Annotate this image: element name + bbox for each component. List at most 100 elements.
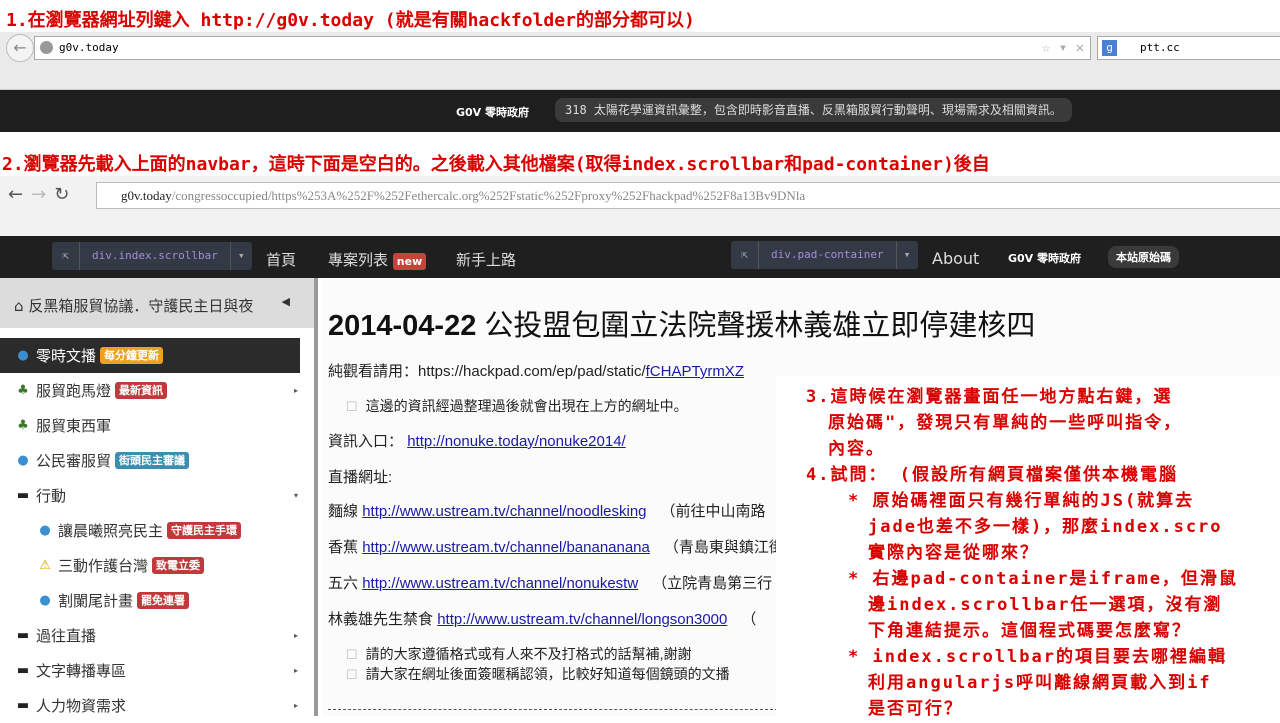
annotation-line: 是否可行？ (868, 699, 963, 716)
annotation-line: * 原始碼裡面只有幾行單純的JS(就算去 (848, 491, 1195, 511)
bookmark-star-icon[interactable]: ☆ (1042, 40, 1050, 56)
stream-note: （前往中山南路 (660, 503, 766, 520)
google-icon: g (1102, 40, 1117, 56)
address-bar[interactable]: g0v.today ☆ ▾ ✕ (34, 36, 1091, 60)
close-icon[interactable]: ✕ (1076, 40, 1084, 56)
stream-link[interactable]: http://www.ustream.tv/channel/longson300… (437, 611, 727, 628)
dropdown-icon: ▾ (895, 241, 918, 269)
annotation-line: 下角連結提示。這個程式碼要怎麼寫？ (868, 621, 1191, 641)
warning-icon: ⚠ (39, 558, 51, 573)
stream-name: 麵線 (328, 503, 359, 520)
stream-link[interactable]: http://www.ustream.tv/channel/noodleskin… (362, 503, 646, 520)
stream-note: （立院青島第三行 (652, 575, 773, 592)
sidebar-item-badge: 每分鐘更新 (100, 347, 164, 364)
pad-title-text: 公投盟包圍立法院聲援林義雄立即停建核四 (484, 310, 1036, 342)
pad-date: 2014-04-22 (328, 310, 477, 342)
new-badge: new (392, 253, 427, 270)
globe-icon: ● (17, 348, 29, 363)
comment: ☐ 請的大家遵循格式或有人來不及打格式的話幫補,謝謝 (328, 644, 692, 664)
nav-home[interactable]: 首頁 (266, 249, 296, 270)
entry-link[interactable]: http://nonuke.today/nonuke2014/ (407, 433, 626, 450)
sidebar-title: 反黑箱服貿協議．守護民主日與夜 (28, 297, 254, 315)
nav-projects-label: 專案列表 (328, 251, 389, 269)
stream-note: （ (741, 611, 757, 628)
folder-icon: ▬ (16, 628, 30, 643)
source-code-button[interactable]: 本站原始碼 (1108, 246, 1179, 268)
sidebar-item[interactable]: ▬ 人力物資需求 ▸ (0, 688, 300, 723)
forward-icon[interactable]: → (31, 184, 54, 205)
annotation-line: * 右邊pad-container是iframe，但滑鼠 (848, 569, 1238, 589)
sidebar-item[interactable]: ● 割闌尾計畫 罷免連署 (0, 583, 300, 618)
caret-right-icon[interactable]: ▸ (294, 666, 298, 675)
folder-icon: ▬ (16, 488, 30, 503)
stream-link[interactable]: http://www.ustream.tv/channel/banananana (362, 539, 650, 556)
nav-about[interactable]: About (932, 249, 979, 268)
annotation-line: 內容。 (828, 439, 885, 459)
sidebar-item-label: 過往直播 (36, 627, 97, 645)
stream-name: 香蕉 (328, 539, 359, 556)
caret-down-icon[interactable]: ▾ (294, 491, 298, 500)
nav-buttons: ←→↻ (8, 184, 77, 205)
collapse-icon[interactable]: ◀ (282, 274, 290, 330)
sidebar-item-label: 三動作護台灣 (58, 557, 149, 575)
stream-line: 香蕉 http://www.ustream.tv/channel/bananan… (328, 536, 784, 557)
inspect-icon: ⇱ (731, 241, 759, 269)
sidebar-item-badge: 最新資訊 (115, 382, 168, 399)
back-icon[interactable]: ← (8, 184, 31, 205)
nav-projects[interactable]: 專案列表 new (328, 249, 427, 270)
inspect-label: div.pad-container (771, 248, 884, 261)
annotation-line: 4.試問： (假設所有網頁檔案僅供本機電腦 (806, 465, 1178, 485)
search-input[interactable]: g ptt.cc (1097, 36, 1280, 60)
address-bar-2[interactable]: g0v.today/congressoccupied/https%253A%25… (96, 182, 1280, 209)
sidebar-item-label: 服貿東西軍 (36, 417, 112, 435)
entry-line: 資訊入口： http://nonuke.today/nonuke2014/ (328, 430, 626, 451)
pad-title: 2014-04-22 公投盟包圍立法院聲援林義雄立即停建核四 (328, 302, 1035, 344)
sidebar-item[interactable]: ▬ 文字轉播專區 ▸ (0, 653, 300, 688)
url-path: /congressoccupied/https%253A%252F%252Fet… (171, 188, 806, 203)
comment-text: 請的大家遵循格式或有人來不及打格式的話幫補,謝謝 (365, 646, 692, 662)
view-line: 純觀看請用：https://hackpad.com/ep/pad/static/… (328, 360, 744, 381)
nav-beginner[interactable]: 新手上路 (456, 249, 516, 270)
home-icon: ⌂ (14, 297, 24, 315)
caret-right-icon[interactable]: ▸ (294, 386, 298, 395)
sidebar-item-label: 讓晨曦照亮民主 (58, 522, 164, 540)
reload-icon[interactable]: ↻ (54, 184, 77, 205)
globe-icon (40, 41, 53, 54)
tree-icon: ♣ (17, 383, 29, 398)
sidebar-item-label: 割闌尾計畫 (58, 592, 134, 610)
sidebar-item[interactable]: ♣ 服貿跑馬燈 最新資訊 ▸ (0, 373, 300, 408)
folder-icon: ▬ (16, 663, 30, 678)
g0v-logo[interactable]: G0V 零時政府 (456, 104, 529, 120)
sidebar[interactable]: ⌂ 反黑箱服貿協議．守護民主日與夜 ◀ ● 零時文播 每分鐘更新 ♣ 服貿跑馬燈 最新資訊 ▸… (0, 278, 318, 716)
stream-line: 林義雄先生禁食 http://www.ustream.tv/channel/lo… (328, 608, 756, 629)
sidebar-item[interactable]: ● 公民審服貿 街頭民主審議 (0, 443, 300, 478)
sidebar-item-badge: 街頭民主審議 (115, 452, 190, 469)
inspect-tooltip-scrollbar: ⇱ div.index.scrollbar ▾ (52, 242, 252, 270)
live-label: 直播網址: (328, 469, 393, 486)
view-prefix: 純觀看請用：https://hackpad.com/ep/pad/static/ (328, 363, 646, 380)
back-button[interactable]: ← (6, 34, 34, 62)
g0v-logo[interactable]: G0V 零時政府 (1008, 250, 1081, 266)
divider (328, 709, 778, 710)
globe-icon: ● (17, 453, 29, 468)
sidebar-item-badge: 致電立委 (152, 557, 205, 574)
sidebar-item-badge: 罷免連署 (137, 592, 190, 609)
sidebar-item[interactable]: ● 讓晨曦照亮民主 守護民主手環 (0, 513, 300, 548)
caret-right-icon[interactable]: ▸ (294, 701, 298, 710)
caret-right-icon[interactable]: ▸ (294, 631, 298, 640)
view-link[interactable]: fCHAPTyrmXZ (646, 363, 744, 380)
annotation-line: jade也差不多一樣)，那麼index.scro (868, 517, 1223, 537)
annotation-line: 3.這時候在瀏覽器畫面任一地方點右鍵，選 (806, 387, 1173, 407)
sidebar-item[interactable]: ▬ 行動 ▾ (0, 478, 300, 513)
stream-note: （青島東與鎮江街 (663, 539, 784, 556)
annotation-step-1: 1.在瀏覽器網址列鍵入 http://g0v.today (就是有關hackfo… (6, 10, 695, 31)
annotation-line: 實際內容是從哪來？ (868, 543, 1039, 563)
dropdown-icon[interactable]: ▾ (1059, 40, 1067, 56)
sidebar-item[interactable]: ▬ 過往直播 ▸ (0, 618, 300, 653)
sidebar-item[interactable]: ● 零時文播 每分鐘更新 (0, 338, 300, 373)
sidebar-header[interactable]: ⌂ 反黑箱服貿協議．守護民主日與夜 ◀ (0, 278, 314, 328)
sidebar-item[interactable]: ♣ 服貿東西軍 (0, 408, 300, 443)
stream-link[interactable]: http://www.ustream.tv/channel/nonukestw (362, 575, 638, 592)
url-host: g0v.today (121, 188, 172, 203)
sidebar-item[interactable]: ⚠ 三動作護台灣 致電立委 (0, 548, 300, 583)
